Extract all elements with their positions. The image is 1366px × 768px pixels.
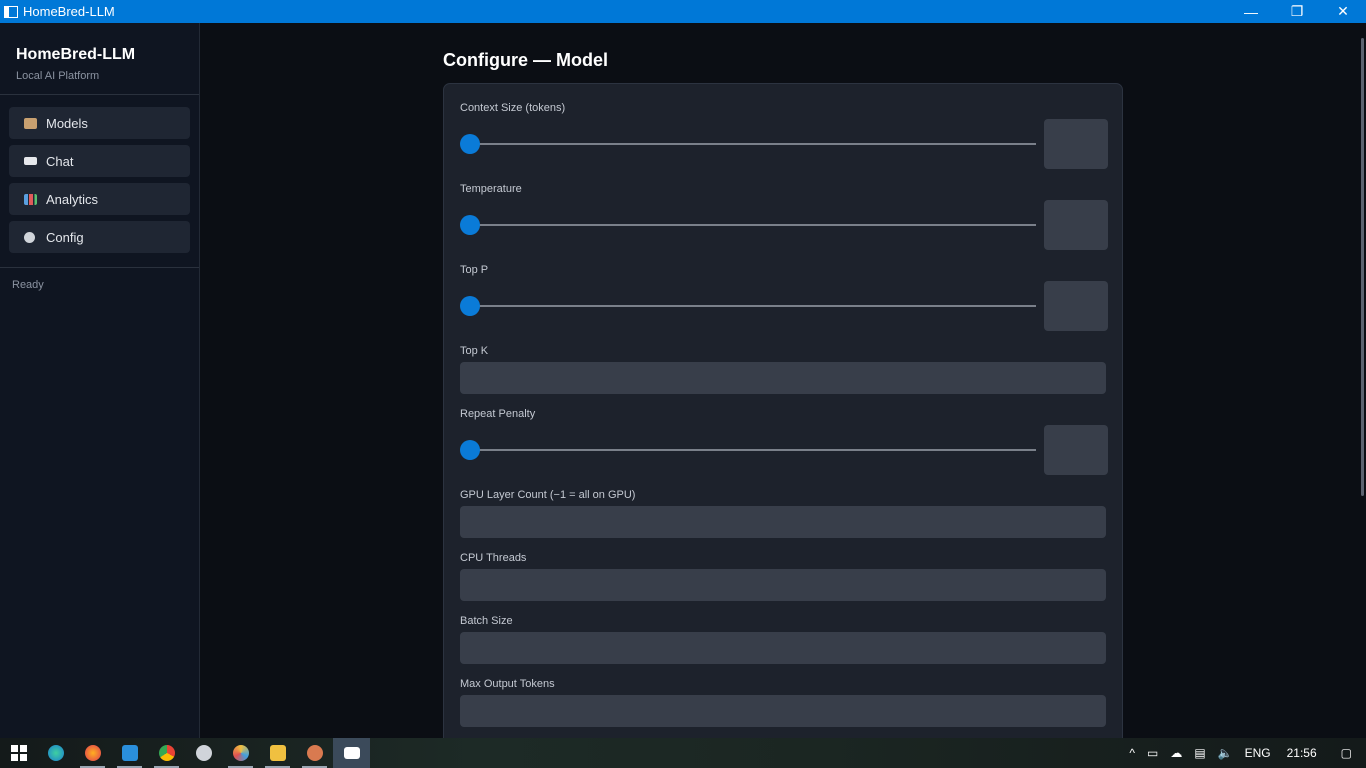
chat-icon <box>24 157 37 165</box>
notification-icon[interactable]: ▢ <box>1341 746 1352 760</box>
top-k-label: Top K <box>460 345 489 357</box>
batch-size-input[interactable] <box>460 632 1106 664</box>
system-tray: ^ ▭ ☁ ▤ 🔈 ENG 21:56 ▢ <box>1123 738 1366 768</box>
top-p-label: Top P <box>460 264 489 276</box>
window-titlebar: HomeBred-LLM — ❐ ✕ <box>0 0 1366 23</box>
context-size-slider-row <box>460 119 1108 169</box>
minimize-button[interactable]: — <box>1228 0 1274 23</box>
app-window-icon <box>4 5 18 18</box>
repeat-penalty-spinbox[interactable] <box>1044 425 1108 475</box>
sidebar: HomeBred-LLM Local AI Platform Models Ch… <box>0 23 200 738</box>
taskbar-vscode[interactable] <box>111 738 148 768</box>
temperature-label: Temperature <box>460 183 522 195</box>
taskbar-paint[interactable] <box>222 738 259 768</box>
context-size-label: Context Size (tokens) <box>460 102 566 114</box>
status-text: Ready <box>12 279 44 291</box>
taskbar-firefox[interactable] <box>74 738 111 768</box>
git-icon <box>195 745 212 761</box>
close-button[interactable]: ✕ <box>1320 0 1366 23</box>
windows-taskbar: ^ ▭ ☁ ▤ 🔈 ENG 21:56 ▢ <box>0 738 1366 768</box>
sidebar-item-label: Analytics <box>46 191 99 207</box>
folder-icon <box>269 745 286 761</box>
config-card: Context Size (tokens) Temperature Top P … <box>443 83 1123 738</box>
sidebar-item-models[interactable]: Models <box>9 107 190 139</box>
sidebar-item-label: Models <box>46 115 88 131</box>
brand: HomeBred-LLM Local AI Platform <box>0 23 199 95</box>
main-scrollbar[interactable] <box>1361 38 1364 496</box>
paint-icon <box>232 745 249 761</box>
sidebar-item-label: Config <box>46 229 84 245</box>
repeat-penalty-slider-thumb[interactable] <box>460 440 480 460</box>
top-p-slider-row <box>460 281 1108 331</box>
temperature-slider[interactable] <box>470 224 1036 226</box>
language-indicator[interactable]: ENG <box>1245 746 1271 760</box>
app-window-icon <box>343 747 360 759</box>
context-size-spinbox[interactable] <box>1044 119 1108 169</box>
top-k-input[interactable] <box>460 362 1106 394</box>
top-p-slider[interactable] <box>470 305 1036 307</box>
sidebar-item-analytics[interactable]: Analytics <box>9 183 190 215</box>
context-size-slider[interactable] <box>470 143 1036 145</box>
edge-icon <box>47 745 64 761</box>
chart-icon <box>24 193 37 205</box>
firefox-icon <box>84 745 101 761</box>
top-p-spinbox[interactable] <box>1044 281 1108 331</box>
taskbar-claude[interactable] <box>296 738 333 768</box>
window-title: HomeBred-LLM <box>23 4 115 19</box>
app-name: HomeBred-LLM <box>16 46 136 63</box>
volume-icon[interactable]: 🔈 <box>1218 746 1233 760</box>
max-output-tokens-input[interactable] <box>460 695 1106 727</box>
taskbar-edge[interactable] <box>37 738 74 768</box>
repeat-penalty-label: Repeat Penalty <box>460 408 536 420</box>
gpu-layers-input[interactable] <box>460 506 1106 538</box>
temperature-slider-row <box>460 200 1108 250</box>
vscode-icon <box>121 745 138 761</box>
windows-logo-icon <box>10 745 27 761</box>
batch-size-label: Batch Size <box>460 615 513 627</box>
repeat-penalty-slider-row <box>460 425 1108 475</box>
battery-icon[interactable]: ▭ <box>1147 746 1158 760</box>
cpu-threads-input[interactable] <box>460 569 1106 601</box>
gear-icon <box>24 231 35 243</box>
taskbar-explorer[interactable] <box>259 738 296 768</box>
start-button[interactable] <box>0 738 37 768</box>
network-icon[interactable]: ▤ <box>1194 746 1205 760</box>
context-size-slider-thumb[interactable] <box>460 134 480 154</box>
restore-button[interactable]: ❐ <box>1274 0 1320 23</box>
top-p-slider-thumb[interactable] <box>460 296 480 316</box>
chrome-icon <box>158 745 175 761</box>
sidebar-item-label: Chat <box>46 153 74 169</box>
sidebar-item-config[interactable]: Config <box>9 221 190 253</box>
temperature-spinbox[interactable] <box>1044 200 1108 250</box>
taskbar-homebred-llm[interactable] <box>333 738 370 768</box>
taskbar-chrome[interactable] <box>148 738 185 768</box>
claude-icon <box>306 745 323 761</box>
sidebar-item-chat[interactable]: Chat <box>9 145 190 177</box>
gpu-layers-label: GPU Layer Count (−1 = all on GPU) <box>460 489 636 501</box>
box-icon <box>24 117 37 129</box>
temperature-slider-thumb[interactable] <box>460 215 480 235</box>
onedrive-icon[interactable]: ☁ <box>1170 746 1182 760</box>
app-subtitle: Local AI Platform <box>16 70 100 82</box>
repeat-penalty-slider[interactable] <box>470 449 1036 451</box>
clock[interactable]: 21:56 <box>1287 746 1317 760</box>
max-output-tokens-label: Max Output Tokens <box>460 678 555 690</box>
page-title: Configure — Model <box>443 50 608 70</box>
taskbar-git[interactable] <box>185 738 222 768</box>
main-content: Configure — Model Context Size (tokens) … <box>200 23 1366 738</box>
sidebar-nav: Models Chat Analytics Config <box>0 95 199 268</box>
chevron-up-icon[interactable]: ^ <box>1129 746 1135 760</box>
cpu-threads-label: CPU Threads <box>460 552 527 564</box>
